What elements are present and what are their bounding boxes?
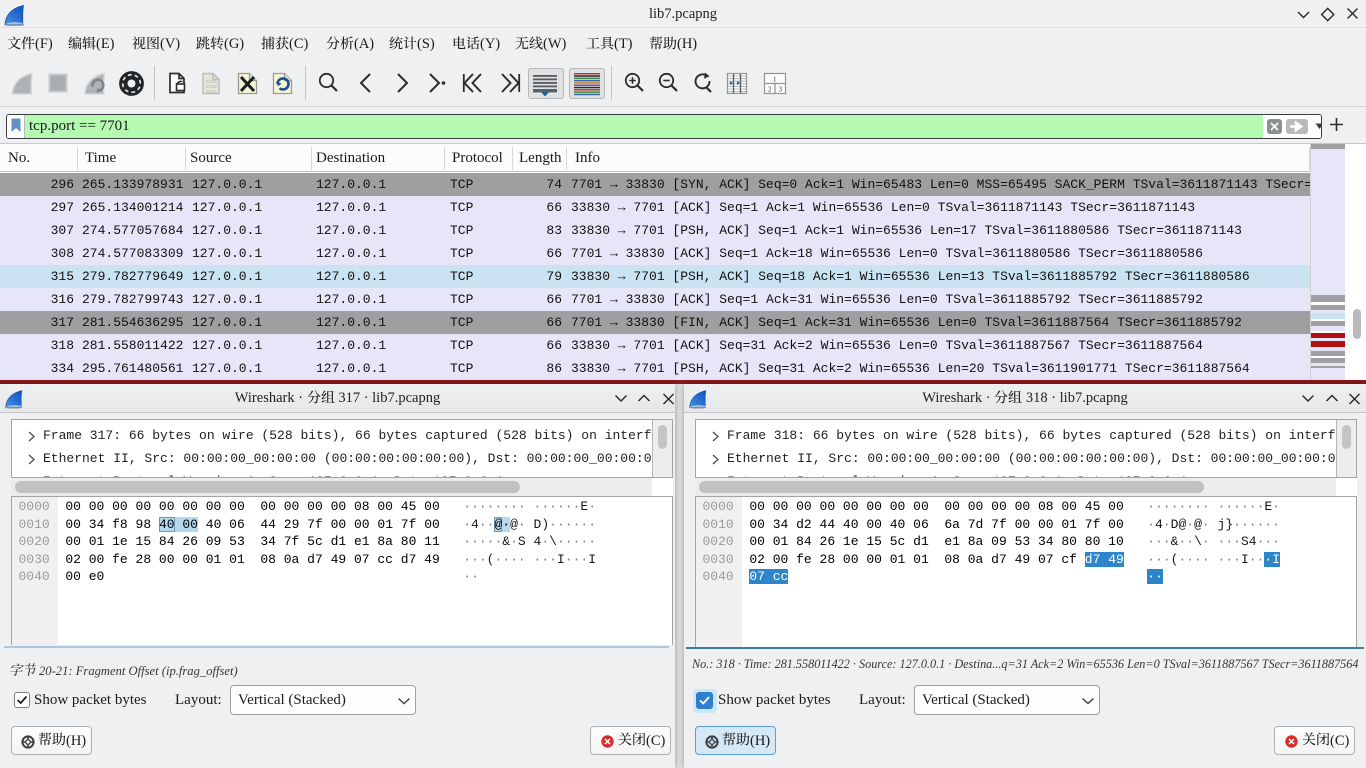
svg-text:2: 2 <box>768 86 772 94</box>
svg-text:0111: 0111 <box>206 89 217 95</box>
svg-text:3: 3 <box>779 86 783 94</box>
svg-text:1: 1 <box>773 76 777 84</box>
